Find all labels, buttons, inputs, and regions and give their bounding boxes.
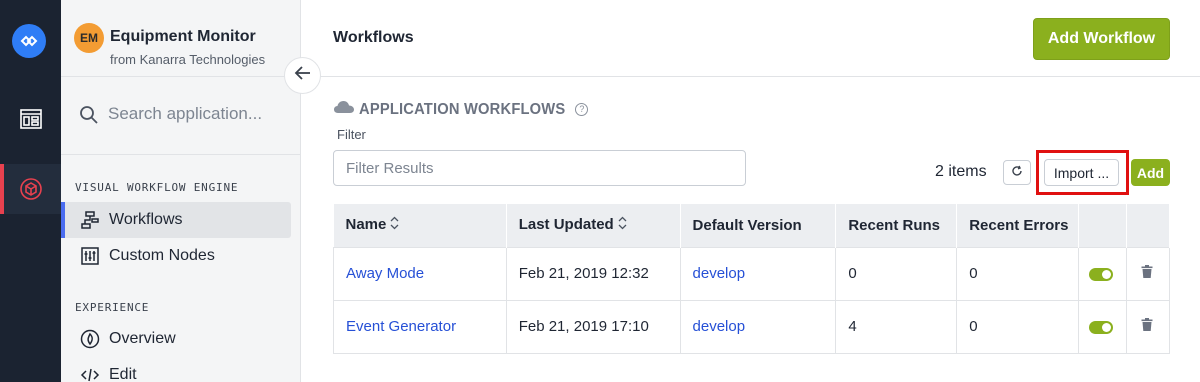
arrow-left-icon bbox=[294, 64, 312, 87]
column-header-last-updated[interactable]: Last Updated bbox=[506, 204, 681, 247]
add-button[interactable]: Add bbox=[1131, 159, 1170, 186]
app-org: from Kanarra Technologies bbox=[110, 52, 266, 67]
version-link[interactable]: develop bbox=[693, 265, 746, 282]
app-name[interactable]: Equipment Monitor bbox=[110, 28, 256, 46]
filter-label: Filter bbox=[337, 127, 366, 142]
column-header-recent-errors: Recent Errors bbox=[956, 204, 1080, 247]
collapse-sidebar-button[interactable] bbox=[284, 57, 321, 94]
last-updated-cell: Feb 21, 2019 17:10 bbox=[506, 299, 681, 354]
column-header-recent-runs: Recent Runs bbox=[835, 204, 958, 247]
sidebar-item-label: Edit bbox=[109, 366, 137, 382]
sidebar-item-label: Custom Nodes bbox=[109, 247, 215, 264]
app-avatar[interactable]: EM bbox=[74, 23, 104, 53]
enabled-toggle[interactable] bbox=[1089, 267, 1114, 281]
sliders-icon bbox=[80, 246, 100, 266]
sidebar-item-overview[interactable]: Overview bbox=[61, 321, 291, 357]
search-input[interactable]: Search application... bbox=[108, 104, 262, 124]
section-header: APPLICATION WORKFLOWS ? bbox=[333, 99, 589, 120]
application-search[interactable]: Search application... bbox=[61, 77, 301, 155]
sidebar-item-label: Workflows bbox=[109, 211, 183, 228]
sidebar-item-workflows[interactable]: Workflows bbox=[61, 202, 291, 238]
trash-icon[interactable] bbox=[1141, 265, 1153, 282]
applications-nav-icon[interactable] bbox=[0, 164, 61, 214]
filter-input[interactable] bbox=[333, 150, 746, 186]
enabled-toggle[interactable] bbox=[1089, 320, 1114, 334]
sidebar-item-edit[interactable]: Edit bbox=[61, 357, 291, 382]
code-icon bbox=[80, 365, 100, 382]
search-icon bbox=[79, 105, 99, 130]
refresh-button[interactable] bbox=[1003, 160, 1031, 185]
help-icon[interactable]: ? bbox=[575, 103, 589, 116]
trash-icon[interactable] bbox=[1141, 318, 1153, 335]
add-workflow-button[interactable]: Add Workflow bbox=[1033, 18, 1170, 60]
sort-icon bbox=[618, 216, 627, 234]
workflow-name-link[interactable]: Event Generator bbox=[346, 318, 456, 335]
global-nav-rail bbox=[0, 0, 61, 382]
flame-icon bbox=[80, 329, 100, 349]
last-updated-cell: Feb 21, 2019 12:32 bbox=[506, 246, 681, 300]
section-experience: EXPERIENCE bbox=[75, 301, 150, 314]
recent-errors-cell: 0 bbox=[956, 246, 1080, 300]
sidebar-item-label: Overview bbox=[109, 330, 176, 347]
column-header-actions bbox=[1126, 204, 1170, 247]
column-header-name[interactable]: Name bbox=[333, 204, 507, 247]
item-count: 2 items bbox=[935, 163, 987, 180]
application-sidebar: EM Equipment Monitor from Kanarra Techno… bbox=[61, 0, 301, 382]
column-header-default-version: Default Version bbox=[680, 204, 837, 247]
recent-errors-cell: 0 bbox=[956, 299, 1080, 354]
table-header-row: Name Last Updated Default Version Recent… bbox=[333, 204, 1170, 247]
refresh-icon bbox=[1011, 164, 1023, 182]
table-row: Event Generator Feb 21, 2019 17:10 devel… bbox=[333, 299, 1170, 354]
main-content: Workflows Add Workflow APPLICATION WORKF… bbox=[302, 0, 1200, 382]
workflow-icon bbox=[80, 210, 100, 230]
section-title: APPLICATION WORKFLOWS bbox=[359, 100, 566, 118]
version-link[interactable]: develop bbox=[693, 318, 746, 335]
page-title: Workflows bbox=[333, 29, 414, 46]
losant-logo-icon[interactable] bbox=[12, 24, 46, 58]
section-visual-workflow-engine: VISUAL WORKFLOW ENGINE bbox=[75, 181, 239, 194]
recent-runs-cell: 4 bbox=[835, 299, 958, 354]
workflows-table: Name Last Updated Default Version Recent… bbox=[333, 204, 1170, 354]
sort-icon bbox=[390, 216, 399, 234]
table-row: Away Mode Feb 21, 2019 12:32 develop 0 0 bbox=[333, 246, 1170, 300]
recent-runs-cell: 0 bbox=[835, 246, 958, 300]
column-header-enabled bbox=[1078, 204, 1128, 247]
sidebar-item-custom-nodes[interactable]: Custom Nodes bbox=[61, 238, 291, 274]
cloud-icon bbox=[333, 99, 355, 120]
workflow-name-link[interactable]: Away Mode bbox=[346, 265, 424, 282]
page-header: Workflows Add Workflow bbox=[302, 0, 1200, 77]
application-header: EM Equipment Monitor from Kanarra Techno… bbox=[61, 0, 301, 77]
dashboards-nav-icon[interactable] bbox=[0, 94, 61, 144]
import-button[interactable]: Import ... bbox=[1044, 159, 1119, 186]
